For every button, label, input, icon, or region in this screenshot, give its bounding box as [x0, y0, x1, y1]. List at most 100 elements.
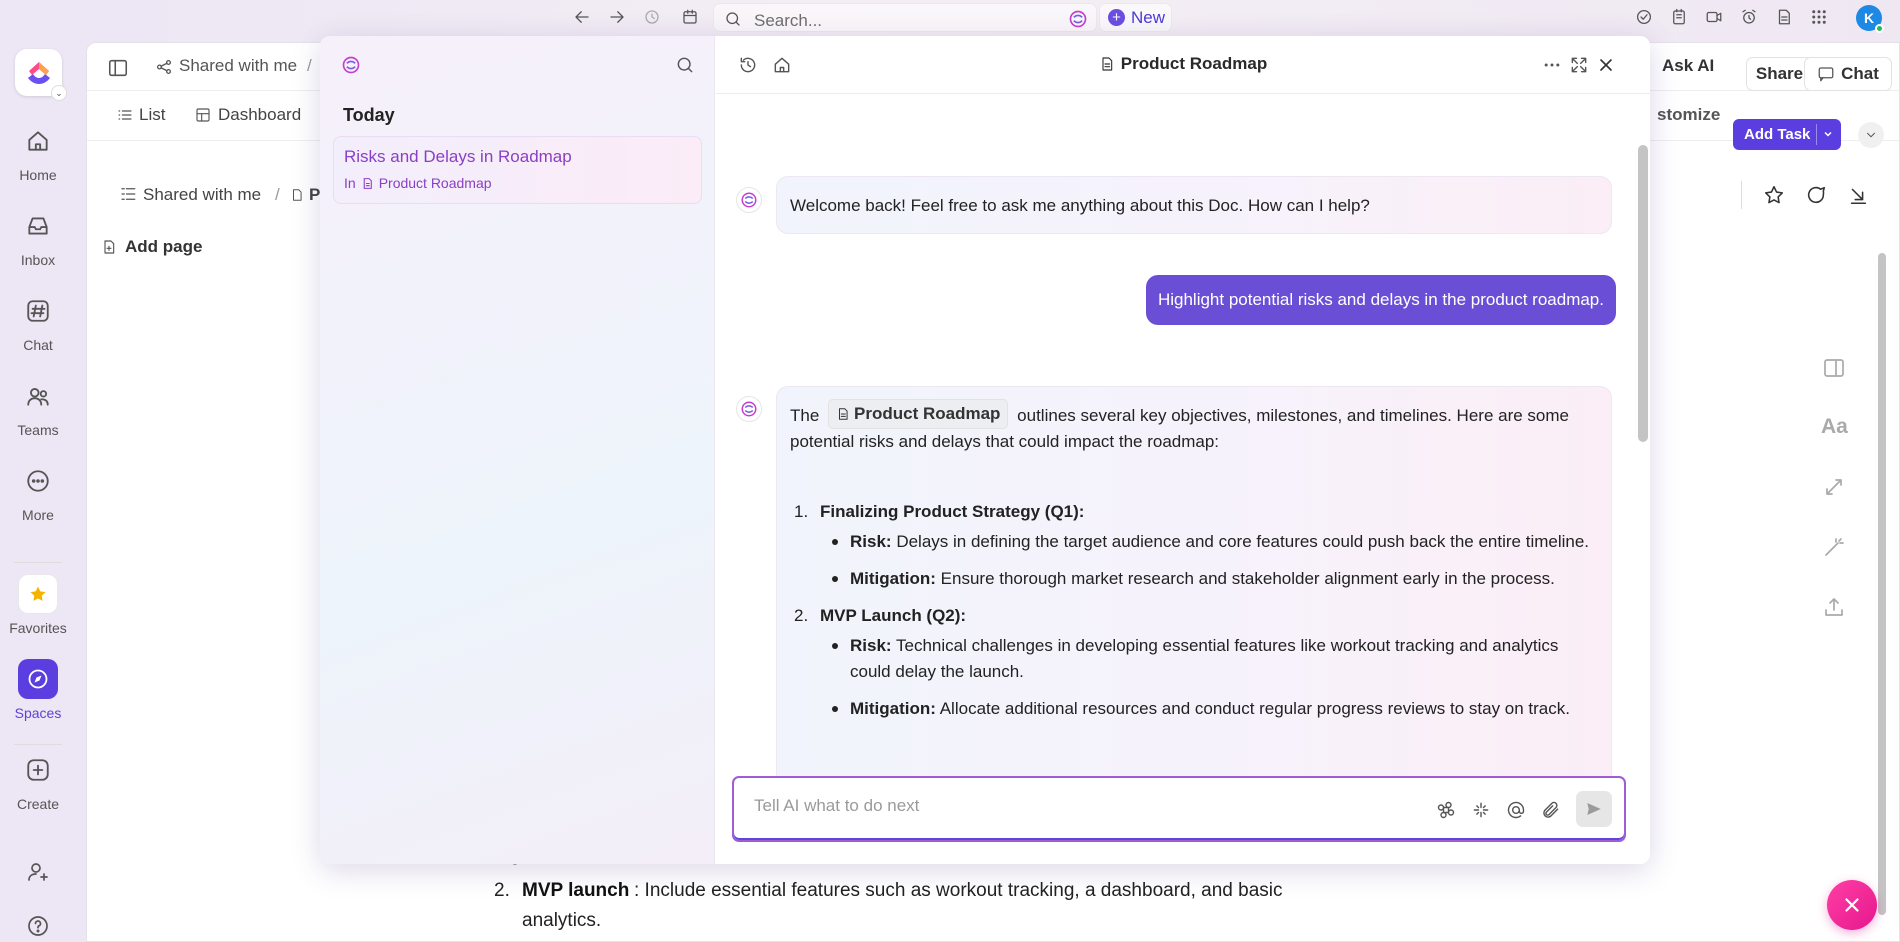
section-number: 2.: [794, 606, 809, 625]
doc-small-icon: [839, 408, 848, 420]
history-icon[interactable]: [641, 6, 663, 28]
ai-avatar: [736, 187, 762, 213]
search-placeholder: Search...: [754, 11, 823, 30]
doc-scrollbar[interactable]: [1877, 231, 1887, 931]
video-icon[interactable]: [1703, 6, 1725, 28]
document-icon[interactable]: [1773, 6, 1795, 28]
help-button[interactable]: [0, 906, 76, 942]
back-arrow-icon[interactable]: [571, 6, 593, 28]
doc-item-text: : Include essential features such as wor…: [634, 880, 1283, 901]
mention-icon[interactable]: [1506, 800, 1526, 820]
rail-item-spaces[interactable]: Spaces: [0, 659, 76, 721]
comment-icon[interactable]: [1805, 184, 1827, 206]
rail-item-home[interactable]: Home: [0, 121, 76, 183]
calendar-icon[interactable]: [679, 6, 701, 28]
doc-scrollbar-thumb[interactable]: [1878, 253, 1886, 915]
apps-grid-icon[interactable]: [1808, 6, 1830, 28]
add-page-button[interactable]: Add page: [125, 237, 202, 257]
customize-button[interactable]: stomize: [1657, 105, 1720, 125]
section-number: 1.: [794, 502, 809, 521]
chat-button[interactable]: Chat: [1804, 57, 1892, 91]
risk-section: 1. Finalizing Product Strategy (Q1): Ris…: [790, 499, 1590, 592]
magic-wand-icon[interactable]: [1822, 535, 1846, 559]
rail-label: Favorites: [9, 620, 67, 636]
ai-brain-icon[interactable]: [1068, 9, 1088, 29]
rail-label: More: [22, 507, 54, 523]
rail-item-inbox[interactable]: Inbox: [0, 206, 76, 268]
doc-small-icon: [363, 177, 372, 189]
chat-scrollbar-thumb[interactable]: [1638, 145, 1648, 442]
rail-item-favorites[interactable]: Favorites: [0, 574, 76, 636]
chevron-down-icon[interactable]: ⌄: [51, 85, 67, 101]
risk-list: 1. Finalizing Product Strategy (Q1): Ris…: [790, 499, 1590, 722]
history-in-label: In: [344, 175, 356, 191]
search-icon[interactable]: [675, 55, 695, 75]
add-task-button[interactable]: Add Task: [1733, 119, 1841, 150]
ask-ai-label-visible[interactable]: Ask AI: [1662, 56, 1714, 76]
expand-icon[interactable]: [1569, 55, 1589, 75]
sparkle-icon[interactable]: [1471, 800, 1491, 820]
new-button-label: New: [1131, 7, 1166, 27]
rail-item-create[interactable]: Create: [0, 750, 76, 812]
collapse-arrow-icon[interactable]: [1847, 184, 1869, 206]
close-icon[interactable]: [1596, 55, 1616, 75]
mitigation-point: Mitigation: Allocate additional resource…: [820, 696, 1590, 722]
shortcut-icon[interactable]: [1436, 800, 1456, 820]
section-heading: MVP Launch (Q2):: [820, 606, 967, 625]
rail-label: Spaces: [14, 705, 62, 721]
breadcrumb-root[interactable]: Shared with me: [179, 56, 297, 76]
tab-dashboard[interactable]: Dashboard: [218, 105, 301, 125]
mitigation-text: Allocate additional resources and conduc…: [939, 699, 1570, 718]
chat-button-label: Chat: [1841, 64, 1879, 83]
rail-item-chat[interactable]: Chat: [0, 291, 76, 353]
ai-avatar: [736, 396, 762, 422]
home-icon: [18, 121, 58, 161]
rail-item-teams[interactable]: Teams: [0, 376, 76, 438]
tab-list[interactable]: List: [139, 105, 165, 125]
invite-user-button[interactable]: [0, 852, 76, 892]
sidebar-toggle-icon[interactable]: [107, 57, 129, 79]
doc-mention-chip[interactable]: Product Roadmap: [828, 399, 1009, 429]
notepad-icon[interactable]: [1668, 6, 1690, 28]
history-item[interactable]: Risks and Delays in Roadmap In Product R…: [333, 136, 702, 204]
resize-icon[interactable]: [1822, 475, 1846, 499]
user-message: Highlight potential risks and delays in …: [1145, 275, 1616, 325]
ai-composer[interactable]: [732, 776, 1626, 842]
send-button[interactable]: [1576, 791, 1612, 827]
top-bar: Search... + New K: [0, 0, 1900, 34]
upload-icon[interactable]: [1822, 595, 1846, 619]
ai-chat-panel: Today Risks and Delays in Roadmap In Pro…: [320, 36, 1650, 864]
risk-label: Risk:: [850, 636, 892, 655]
list-icon: [117, 107, 133, 123]
text-format-icon[interactable]: Aa: [1821, 415, 1848, 439]
new-button[interactable]: + New: [1099, 3, 1172, 32]
check-circle-icon[interactable]: [1633, 6, 1655, 28]
forward-arrow-icon[interactable]: [606, 6, 628, 28]
collapse-chevron-icon[interactable]: [1858, 122, 1884, 148]
attachment-icon[interactable]: [1541, 800, 1561, 820]
ai-prompt-input[interactable]: [754, 796, 1414, 816]
history-item-doc: In Product Roadmap: [344, 175, 492, 191]
section-heading: Finalizing Product Strategy (Q1):: [820, 502, 1085, 521]
panel-icon[interactable]: [1822, 356, 1846, 380]
chat-scrollbar[interactable]: [1636, 105, 1650, 790]
star-outline-icon[interactable]: [1763, 184, 1785, 206]
inbox-icon: [18, 206, 58, 246]
close-ai-fab[interactable]: [1827, 880, 1877, 930]
share-nodes-icon: [155, 58, 173, 76]
history-doc-name: Product Roadmap: [378, 175, 492, 191]
rail-item-more[interactable]: More: [0, 461, 76, 523]
workspace-logo[interactable]: ⌄: [15, 49, 67, 101]
search-bar[interactable]: Search...: [713, 3, 1097, 32]
more-horizontal-icon[interactable]: [1542, 55, 1562, 75]
clickup-logo-icon: [27, 61, 50, 84]
share-button-label: Share: [1755, 64, 1804, 83]
ai-brain-icon: [341, 55, 361, 75]
alarm-clock-icon[interactable]: [1738, 6, 1760, 28]
doc-breadcrumb-current[interactable]: P: [309, 185, 320, 205]
user-avatar[interactable]: K: [1856, 5, 1884, 33]
doc-breadcrumb-root[interactable]: Shared with me: [143, 185, 261, 205]
more-icon: [18, 461, 58, 501]
chevron-down-icon[interactable]: [1822, 128, 1834, 140]
share-button[interactable]: Share: [1746, 57, 1813, 91]
